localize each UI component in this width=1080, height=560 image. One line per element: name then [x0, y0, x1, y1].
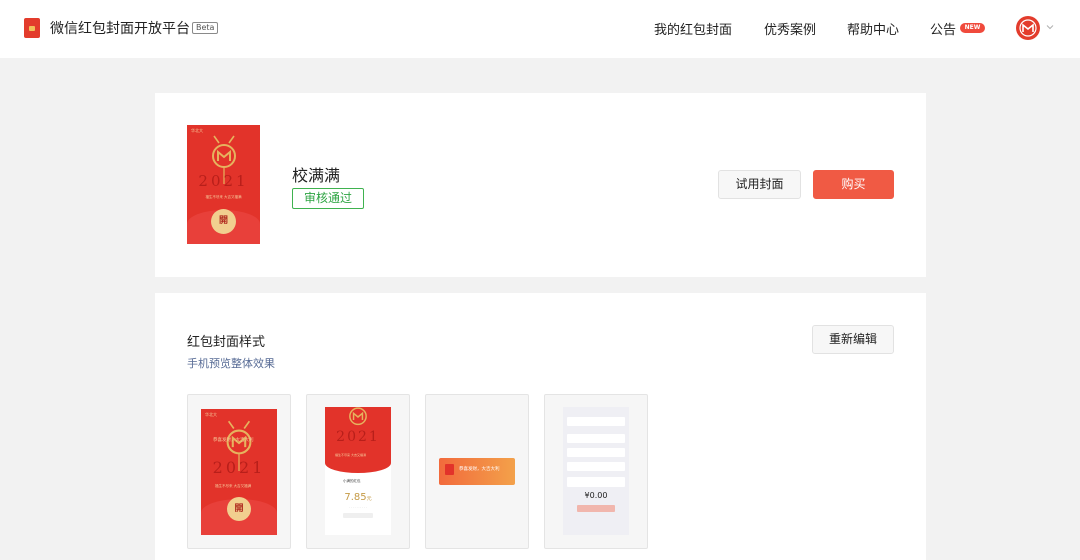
open-seal: 開: [211, 209, 236, 234]
cover-header-text: 华北大: [191, 128, 203, 133]
section-title: 红包封面样式: [187, 335, 266, 350]
status-badge: 审核通过: [292, 188, 364, 209]
red-packet-logo-icon[interactable]: [24, 18, 40, 38]
avatar[interactable]: [1016, 16, 1040, 40]
cover-subtitle: 福生不尽来 大吉又福满: [205, 195, 242, 199]
red-packet-icon: [445, 464, 454, 475]
preview-cover-image: 华北大 恭喜发财，大吉大利 2021 福生不尽来 大吉又福满 開: [201, 409, 277, 535]
received-amount: 7.85元: [344, 492, 372, 503]
chat-bubble: 恭喜发财，大吉大利: [439, 458, 515, 485]
sender-name: 小满的红包: [343, 479, 361, 483]
preview-opened-screen: 2021 福生不尽来 大吉又福满 小满的红包 7.85元 · · · · · ·…: [325, 407, 391, 535]
preview-chat-bubble[interactable]: 恭喜发财，大吉大利: [425, 394, 529, 549]
open-seal: 開: [227, 497, 251, 521]
preview-header-text: 华北大: [205, 412, 217, 417]
section-subtitle: 手机预览整体效果: [187, 357, 275, 370]
platform-title[interactable]: 微信红包封面开放平台: [50, 18, 190, 38]
preview-opened-top: 2021 福生不尽来 大吉又福满: [325, 407, 391, 473]
preview-send-screen[interactable]: ¥0.00: [544, 394, 648, 549]
cover-year: 2021: [198, 172, 249, 190]
cover-thumbnail[interactable]: 华北大 2021 福生不尽来 大吉又福满 開: [187, 125, 260, 244]
top-navigation-bar: 微信红包封面开放平台 Beta 我的红包封面 优秀案例 帮助中心 公告 NEW: [0, 0, 1080, 58]
cover-name: 校满满: [292, 166, 341, 185]
try-cover-button[interactable]: 试用封面: [718, 170, 801, 199]
preview-send-form: ¥0.00: [563, 407, 629, 535]
reedit-button[interactable]: 重新编辑: [812, 325, 894, 354]
preview-subtitle: 福生不尽来 大吉又福满: [215, 484, 252, 488]
preview-reply-bar: [343, 513, 373, 518]
cover-summary-card: 华北大 2021 福生不尽来 大吉又福满 開 校满满 审核通过 试用封面 购买: [155, 93, 926, 277]
cover-style-card: 红包封面样式 手机预览整体效果 重新编辑 华北大 恭喜发财，大吉大利 2021 …: [155, 293, 926, 560]
preview-caption: · · · · · · · · · ·: [348, 505, 368, 509]
nav-announcements[interactable]: 公告: [930, 19, 956, 38]
preview-year: 2021: [212, 458, 266, 477]
nav-help-center[interactable]: 帮助中心: [847, 19, 899, 38]
send-amount: ¥0.00: [584, 491, 608, 500]
preview-opened-packet[interactable]: 2021 福生不尽来 大吉又福满 小满的红包 7.85元 · · · · · ·…: [306, 394, 410, 549]
beta-badge: Beta: [192, 22, 219, 34]
bubble-message: 恭喜发财，大吉大利: [459, 467, 500, 472]
preview-overlay-text: 恭喜发财，大吉大利: [213, 438, 254, 443]
nav-showcase[interactable]: 优秀案例: [764, 19, 816, 38]
chevron-down-icon[interactable]: [1046, 23, 1054, 31]
preview-year: 2021: [336, 429, 380, 445]
new-badge: NEW: [960, 23, 985, 33]
form-row: [567, 477, 625, 487]
form-row: [567, 448, 625, 457]
form-row: [567, 434, 625, 443]
university-logo-icon: [1017, 17, 1039, 39]
form-row: [567, 417, 625, 426]
form-row: [567, 462, 625, 471]
nav-my-covers[interactable]: 我的红包封面: [654, 19, 732, 38]
buy-button[interactable]: 购买: [813, 170, 894, 199]
preview-cover[interactable]: 华北大 恭喜发财，大吉大利 2021 福生不尽来 大吉又福满 開: [187, 394, 291, 549]
send-button: [577, 505, 615, 512]
preview-subtitle: 福生不尽来 大吉又福满: [335, 453, 366, 457]
